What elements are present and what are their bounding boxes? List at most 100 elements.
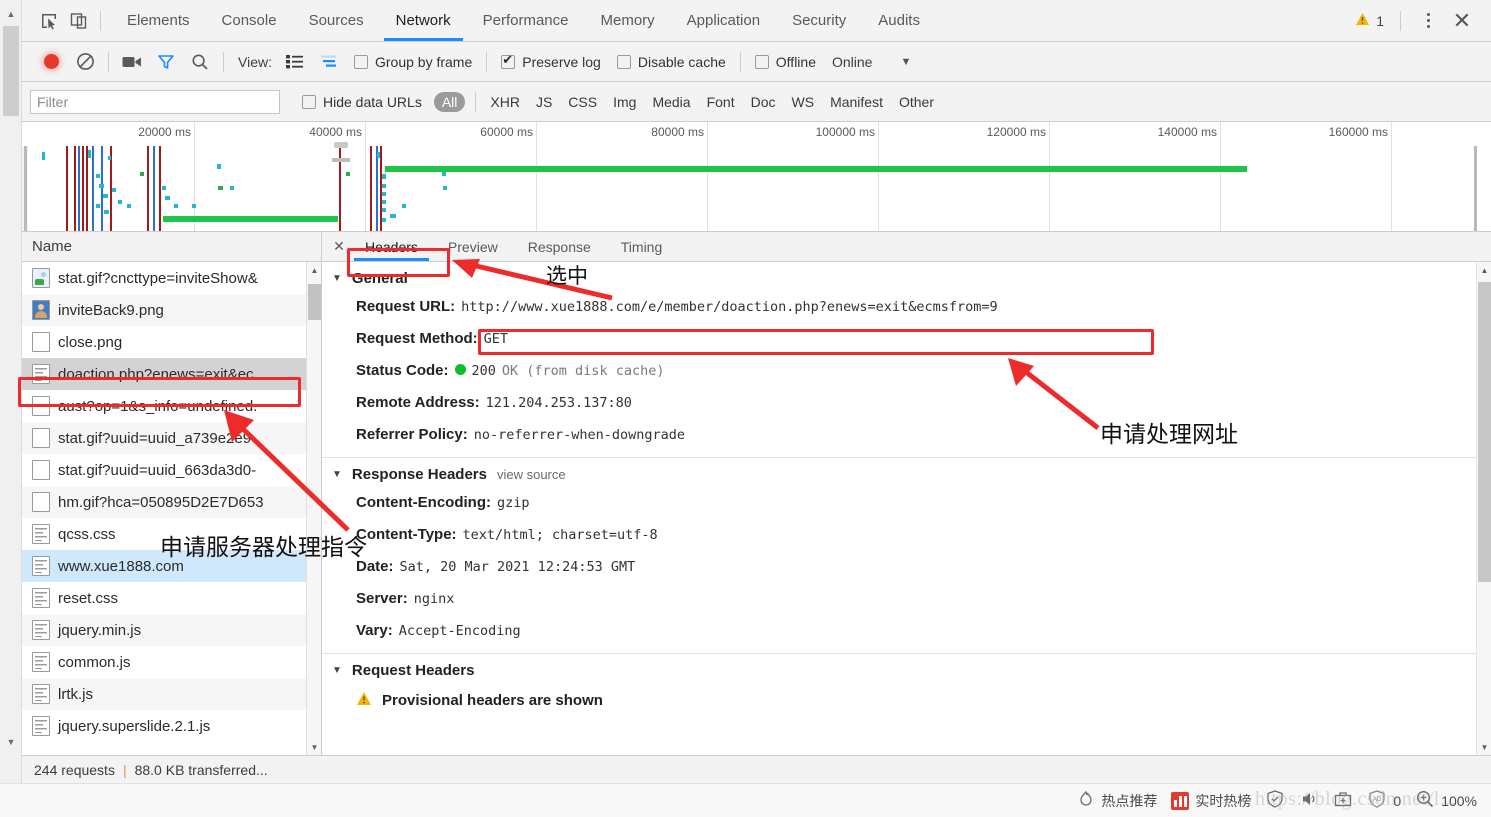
detail-scrollbar-thumb[interactable] — [1478, 282, 1491, 582]
list-item[interactable]: aust?op=1&s_info=undefined. — [22, 390, 321, 422]
scroll-up-arrow-icon[interactable]: ▲ — [1477, 262, 1491, 278]
tab-response[interactable]: Response — [513, 232, 606, 261]
chevron-down-icon[interactable]: ▼ — [900, 56, 911, 68]
request-headers-section-header[interactable]: ▼ Request Headers — [332, 654, 1491, 683]
overview-right-handle[interactable] — [1474, 146, 1477, 231]
filter-type-manifest[interactable]: Manifest — [822, 92, 891, 112]
group-by-frame-checkbox[interactable]: Group by frame — [353, 54, 472, 70]
filter-type-ws[interactable]: WS — [784, 92, 823, 112]
general-section-header[interactable]: ▼ General — [332, 262, 1491, 291]
filter-type-font[interactable]: Font — [699, 92, 743, 112]
overview-tick-1: 40000 ms — [309, 125, 362, 139]
scroll-down-arrow-icon[interactable]: ▼ — [1477, 739, 1491, 755]
hide-data-urls-checkbox[interactable]: Hide data URLs — [302, 94, 422, 110]
scroll-up-arrow-icon[interactable]: ▲ — [307, 262, 322, 278]
request-detail-panel: ✕ Headers Preview Response Timing ▼ Gene… — [322, 232, 1491, 755]
response-headers-section-header[interactable]: ▼ Response Headers view source — [332, 458, 1491, 487]
record-button[interactable] — [34, 47, 68, 77]
tab-performance[interactable]: Performance — [467, 0, 585, 41]
preserve-log-checkbox[interactable]: Preserve log — [501, 52, 601, 70]
tab-preview[interactable]: Preview — [433, 232, 513, 261]
shield-check-icon[interactable] — [1265, 789, 1285, 812]
request-list-scrollbar[interactable]: ▲ ▼ — [306, 262, 321, 755]
status-text: OK (from disk cache) — [501, 363, 665, 379]
filter-type-xhr[interactable]: XHR — [482, 92, 528, 112]
list-item[interactable]: stat.gif?cncttype=inviteShow& — [22, 262, 321, 294]
waterfall-view-icon[interactable] — [312, 47, 346, 77]
zoom-control[interactable]: 100% — [1415, 789, 1477, 812]
filter-type-doc[interactable]: Doc — [743, 92, 784, 112]
list-item[interactable]: common.js — [22, 646, 321, 678]
remote-address-value: 121.204.253.137:80 — [485, 395, 632, 411]
toolbar-divider-3 — [486, 51, 488, 72]
search-icon[interactable] — [183, 47, 217, 77]
request-url-value[interactable]: http://www.xue1888.com/e/member/doaction… — [461, 296, 997, 318]
funnel-icon[interactable] — [149, 47, 183, 77]
tab-network[interactable]: Network — [380, 0, 467, 41]
list-view-icon[interactable] — [278, 47, 312, 77]
filter-type-all[interactable]: All — [433, 91, 466, 112]
hot-recommend-button[interactable]: 热点推荐 — [1077, 790, 1157, 811]
list-item[interactable]: hm.gif?hca=050895D2E7D653 — [22, 486, 321, 518]
list-item[interactable]: jquery.min.js — [22, 614, 321, 646]
list-item-doaction[interactable]: doaction.php?enews=exit&ec. — [22, 358, 321, 390]
page-scrollbar[interactable]: ▲ ▼ — [0, 0, 22, 783]
request-name: www.xue1888.com — [58, 557, 184, 575]
status-ok-dot-icon — [454, 364, 466, 375]
disable-cache-checkbox[interactable]: Disable cache — [616, 54, 726, 70]
overview-resize-grip[interactable] — [334, 142, 348, 148]
detail-tabs: ✕ Headers Preview Response Timing — [322, 232, 1491, 262]
speaker-icon[interactable] — [1299, 789, 1319, 812]
filter-type-other[interactable]: Other — [891, 92, 942, 112]
detail-scrollbar[interactable]: ▲ ▼ — [1476, 262, 1491, 755]
realtime-hot-list-button[interactable]: 实时热榜 — [1171, 791, 1251, 811]
adblock-counter[interactable]: AD 0 — [1367, 789, 1401, 812]
device-toolbar-icon[interactable] — [64, 6, 94, 36]
filter-type-css[interactable]: CSS — [560, 92, 605, 112]
close-detail-icon[interactable]: ✕ — [328, 232, 350, 261]
tab-sources[interactable]: Sources — [293, 0, 380, 41]
provisional-headers-text: Provisional headers are shown — [382, 692, 603, 709]
warning-counter[interactable]: 1 — [1355, 12, 1394, 29]
toolbox-icon[interactable] — [1333, 789, 1353, 812]
close-icon[interactable]: ✕ — [1447, 6, 1477, 36]
page-scrollbar-thumb[interactable] — [3, 26, 19, 116]
request-list-scroll[interactable]: stat.gif?cncttype=inviteShow& inviteBack… — [22, 262, 321, 755]
filter-type-img[interactable]: Img — [605, 92, 644, 112]
scroll-down-arrow-icon[interactable]: ▼ — [307, 739, 322, 755]
list-item[interactable]: close.png — [22, 326, 321, 358]
list-item[interactable]: reset.css — [22, 582, 321, 614]
list-item[interactable]: stat.gif?uuid=uuid_663da3d0- — [22, 454, 321, 486]
tab-console[interactable]: Console — [206, 0, 293, 41]
clear-icon[interactable] — [68, 47, 102, 77]
request-list-scrollbar-thumb[interactable] — [308, 284, 321, 320]
hide-data-urls-label: Hide data URLs — [323, 93, 422, 110]
filter-type-media[interactable]: Media — [644, 92, 698, 112]
camera-icon[interactable] — [115, 47, 149, 77]
tab-audits[interactable]: Audits — [862, 0, 936, 41]
network-overview-timeline[interactable]: 20000 ms 40000 ms 60000 ms 80000 ms 1000… — [22, 122, 1491, 232]
throttling-value[interactable]: Online — [832, 54, 872, 70]
list-item-selected[interactable]: www.xue1888.com — [22, 550, 321, 582]
list-item[interactable]: lrtk.js — [22, 678, 321, 710]
view-source-link[interactable]: view source — [497, 467, 566, 482]
scroll-up-arrow-icon[interactable]: ▲ — [0, 4, 22, 24]
tab-timing[interactable]: Timing — [606, 232, 678, 261]
header-key: Request Method: — [356, 330, 478, 347]
filter-type-js[interactable]: JS — [528, 92, 560, 112]
filter-input[interactable] — [30, 89, 280, 114]
scroll-down-arrow-icon[interactable]: ▼ — [0, 732, 22, 752]
list-item[interactable]: jquery.superslide.2.1.js — [22, 710, 321, 742]
tab-headers[interactable]: Headers — [350, 232, 433, 261]
list-item[interactable]: stat.gif?uuid=uuid_a739e2e9- — [22, 422, 321, 454]
tab-elements[interactable]: Elements — [111, 0, 206, 41]
list-item[interactable]: qcss.css — [22, 518, 321, 550]
offline-checkbox[interactable]: Offline — [754, 54, 816, 70]
kebab-menu-icon[interactable] — [1415, 8, 1441, 34]
tab-application[interactable]: Application — [671, 0, 776, 41]
inspect-element-icon[interactable] — [34, 6, 64, 36]
overview-left-handle[interactable] — [24, 146, 27, 231]
list-item[interactable]: inviteBack9.png — [22, 294, 321, 326]
tab-security[interactable]: Security — [776, 0, 862, 41]
tab-memory[interactable]: Memory — [585, 0, 671, 41]
